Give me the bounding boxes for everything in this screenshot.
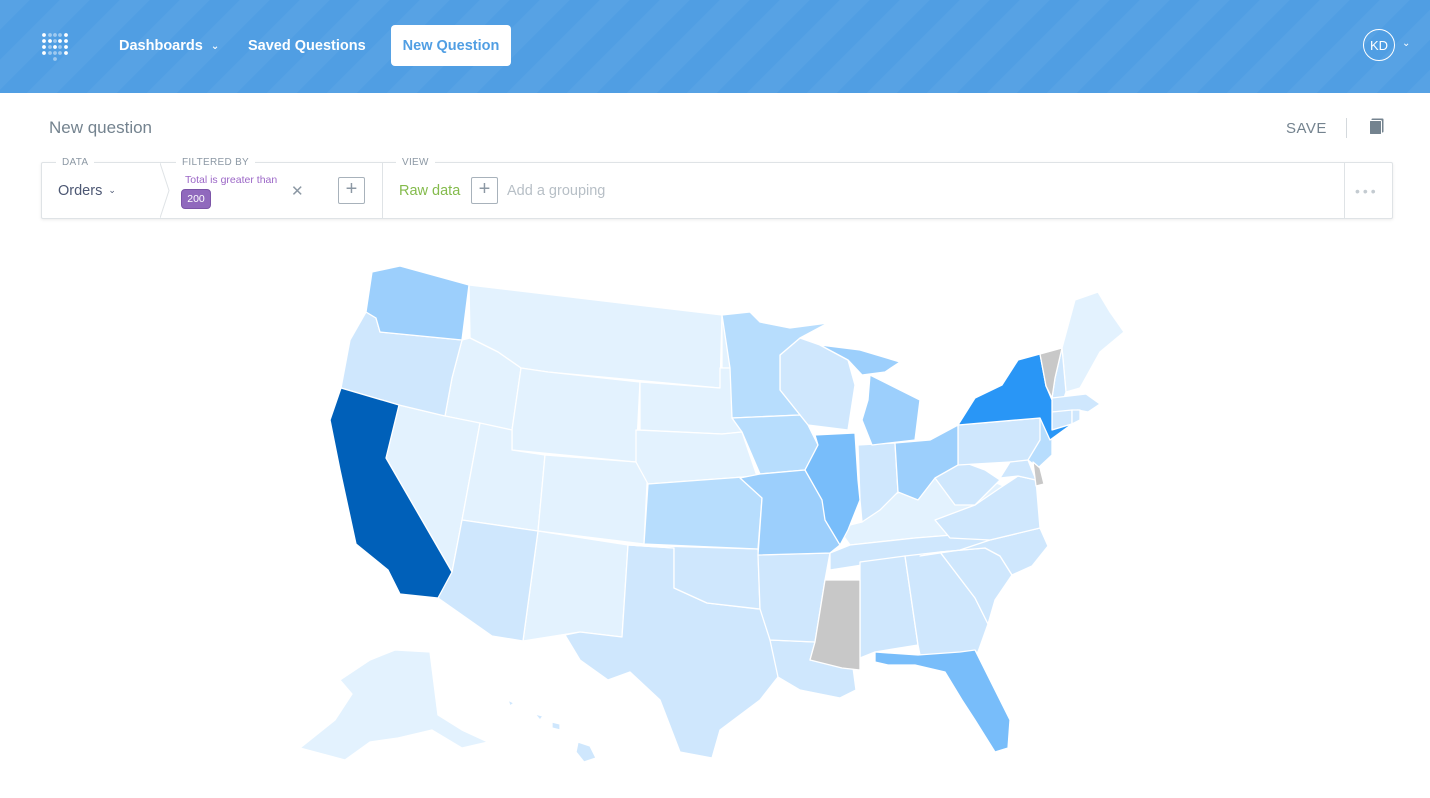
state-alaska[interactable] — [299, 649, 489, 761]
section-divider — [382, 163, 383, 218]
add-grouping-button[interactable]: Add a grouping — [507, 183, 605, 199]
filter-value-badge[interactable]: 200 — [181, 189, 211, 209]
state-kansas[interactable] — [643, 475, 763, 550]
view-section-label: VIEW — [396, 157, 435, 168]
state-hawaii[interactable] — [507, 699, 597, 763]
header-divider — [1346, 118, 1347, 138]
book-icon[interactable] — [1369, 118, 1384, 135]
query-builder: DATA Orders ⌄ FILTERED BY Total is greate… — [41, 157, 1393, 219]
state-maine[interactable] — [1061, 291, 1125, 393]
data-source-value: Orders — [58, 183, 103, 199]
chevron-down-icon[interactable]: ⌄ — [1402, 38, 1410, 49]
nav-saved-questions[interactable]: Saved Questions — [248, 37, 366, 55]
section-arrow-divider — [160, 163, 170, 218]
new-question-button[interactable]: New Question — [391, 25, 511, 66]
state-rhode-island[interactable] — [1071, 409, 1081, 425]
save-button[interactable]: SAVE — [1286, 120, 1327, 137]
metabase-logo-icon[interactable] — [41, 31, 69, 61]
filtered-by-label: FILTERED BY — [176, 157, 256, 168]
nav-dashboards[interactable]: Dashboards ⌄ — [119, 37, 219, 56]
data-section-label: DATA — [56, 157, 95, 168]
data-source-select[interactable]: Orders ⌄ — [58, 183, 116, 199]
us-choropleth-map — [299, 265, 1125, 763]
state-colorado[interactable] — [537, 454, 649, 545]
add-grouping-plus-button[interactable]: + — [471, 177, 498, 204]
view-raw-data[interactable]: Raw data — [399, 183, 460, 199]
state-new-mexico[interactable] — [522, 530, 629, 642]
add-filter-button[interactable]: + — [338, 177, 365, 204]
chevron-down-icon: ⌄ — [108, 185, 116, 195]
section-divider — [1344, 163, 1345, 218]
state-nebraska[interactable] — [635, 429, 758, 485]
more-options-icon[interactable]: ••• — [1355, 183, 1379, 199]
top-navigation-bar: Dashboards ⌄ Saved Questions New Question… — [0, 0, 1430, 93]
state-wyoming[interactable] — [511, 367, 641, 463]
filter-description[interactable]: Total is greater than — [185, 174, 277, 186]
page-title: New question — [49, 118, 153, 137]
state-florida[interactable] — [874, 649, 1011, 753]
chevron-down-icon: ⌄ — [210, 41, 220, 52]
state-washington[interactable] — [365, 265, 470, 341]
close-icon[interactable]: ✕ — [291, 182, 304, 200]
state-massachusetts[interactable] — [1051, 393, 1101, 413]
user-avatar[interactable]: KD — [1363, 29, 1395, 61]
nav-dashboards-label: Dashboards — [119, 38, 203, 54]
